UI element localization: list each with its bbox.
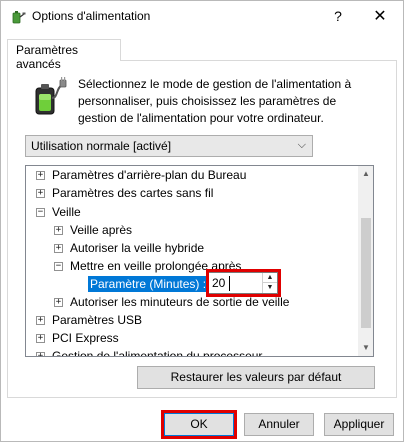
tree-scrollbar[interactable]: ▲ ▼ xyxy=(358,166,373,356)
tree-item-label: Paramètres des cartes sans fil xyxy=(52,186,214,200)
cancel-button[interactable]: Annuler xyxy=(244,413,314,436)
ok-button[interactable]: OK xyxy=(164,413,234,436)
tree-item-label: PCI Express xyxy=(52,331,119,345)
tree-item-setting-minutes[interactable]: Paramètre (Minutes) : xyxy=(88,275,209,293)
tree-item-label: Autoriser les minuteurs de sortie de vei… xyxy=(70,295,290,309)
tree-item-processor-power[interactable]: + Gestion de l'alimentation du processeu… xyxy=(36,347,263,357)
expand-icon[interactable]: + xyxy=(36,351,45,356)
battery-plug-icon xyxy=(35,77,67,115)
apply-button[interactable]: Appliquer xyxy=(324,413,394,436)
tree-item-pci-express[interactable]: + PCI Express xyxy=(36,329,119,347)
restore-defaults-button[interactable]: Restaurer les valeurs par défaut xyxy=(137,366,375,389)
tab-advanced-settings[interactable]: Paramètres avancés xyxy=(7,39,121,71)
tree-item-wireless-adapter[interactable]: + Paramètres des cartes sans fil xyxy=(36,184,213,202)
scroll-down-arrow-icon[interactable]: ▼ xyxy=(358,340,373,356)
tree-item-label: Paramètres USB xyxy=(52,313,143,327)
tree-item-desktop-background[interactable]: + Paramètres d'arrière-plan du Bureau xyxy=(36,166,246,184)
tree-item-sleep-after[interactable]: + Veille après xyxy=(54,221,132,239)
tree-item-usb-settings[interactable]: + Paramètres USB xyxy=(36,311,142,329)
intro-description: Sélectionnez le mode de gestion de l'ali… xyxy=(78,77,352,125)
setting-minutes-label: Paramètre (Minutes) : xyxy=(88,276,209,292)
help-button[interactable]: ? xyxy=(319,1,357,31)
tree-item-label: Veille après xyxy=(70,223,133,237)
tree-item-hybrid-sleep[interactable]: + Autoriser la veille hybride xyxy=(54,239,204,257)
tree-item-label: Veille xyxy=(52,205,81,219)
scroll-up-arrow-icon[interactable]: ▲ xyxy=(358,166,373,182)
power-plan-select[interactable]: Utilisation normale [activé] ⌵ xyxy=(25,135,313,157)
expand-icon[interactable]: + xyxy=(54,225,63,235)
chevron-down-icon: ⌵ xyxy=(297,139,306,151)
tree-item-label: Autoriser la veille hybride xyxy=(70,241,205,255)
power-plan-select-value: Utilisation normale [activé] xyxy=(31,139,172,153)
expand-icon[interactable]: + xyxy=(36,170,45,180)
window-title: Options d'alimentation xyxy=(32,9,151,23)
tree-item-wake-timers[interactable]: + Autoriser les minuteurs de sortie de v… xyxy=(54,293,289,311)
power-options-dialog: Options d'alimentation ? ✕ Paramètres av… xyxy=(0,0,404,442)
expand-icon[interactable]: + xyxy=(54,297,63,307)
tree-item-label: Paramètres d'arrière-plan du Bureau xyxy=(52,168,247,182)
expand-icon[interactable]: + xyxy=(36,188,45,198)
collapse-icon[interactable]: − xyxy=(36,207,45,217)
scrollbar-thumb[interactable] xyxy=(361,218,371,328)
close-button[interactable]: ✕ xyxy=(361,1,399,31)
tree-item-sleep[interactable]: − Veille xyxy=(36,203,81,221)
expand-icon[interactable]: + xyxy=(36,333,45,343)
power-options-icon xyxy=(12,11,26,24)
settings-tree[interactable]: + Paramètres d'arrière-plan du Bureau + … xyxy=(25,165,374,357)
collapse-icon[interactable]: − xyxy=(54,261,63,271)
expand-icon[interactable]: + xyxy=(54,243,63,253)
expand-icon[interactable]: + xyxy=(36,315,45,325)
title-bar: Options d'alimentation ? ✕ xyxy=(1,1,403,33)
tree-item-label: Gestion de l'alimentation du processeur xyxy=(52,349,263,357)
